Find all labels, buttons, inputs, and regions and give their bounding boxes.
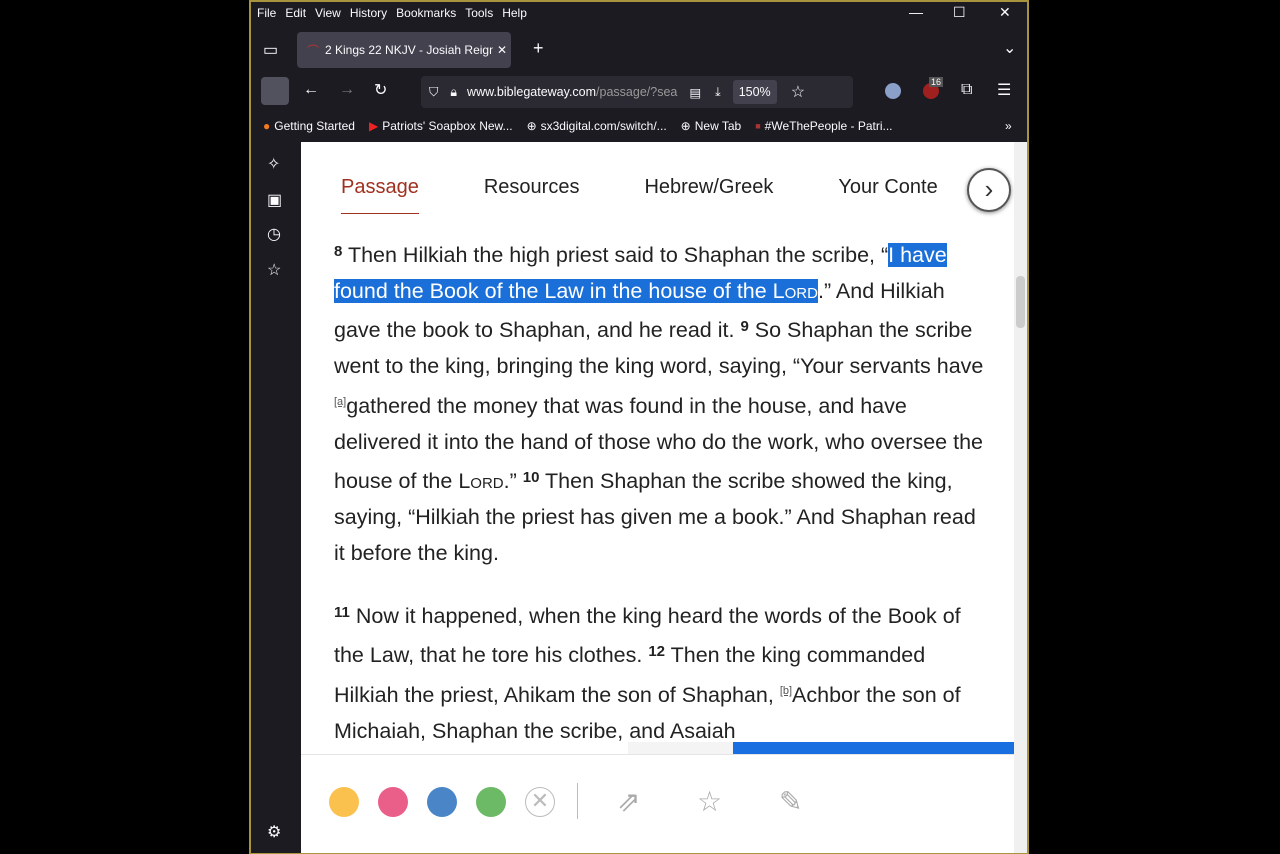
bookmark-wethepeople[interactable]: #WeThePeople - Patri... (765, 119, 893, 133)
highlight-yellow-button[interactable] (329, 787, 359, 817)
url-bar[interactable]: ⛉ 🔒︎ www.biblegateway.com /passage/?sea … (421, 76, 853, 108)
tab-manager-icon[interactable]: ▭ (263, 40, 278, 60)
scrollbar[interactable] (1014, 142, 1027, 853)
save-pocket-icon[interactable]: ⤓ (715, 85, 721, 100)
close-tab-icon[interactable]: ✕ (497, 43, 507, 57)
back-icon[interactable]: ← (303, 81, 319, 99)
bookmark-sx3digital[interactable]: sx3digital.com/switch/... (541, 119, 667, 133)
sidebar: ✧ ▣ ◷ ☆ ⚙ (251, 142, 301, 853)
bookmarks-bar: ● Getting Started ▶ Patriots' Soapbox New.… (251, 112, 1027, 140)
bookmark-patriots-soapbox[interactable]: Patriots' Soapbox New... (382, 119, 512, 133)
highlight-pink-button[interactable] (378, 787, 408, 817)
verse-number: 9 (740, 318, 749, 335)
verse-number: 8 (334, 243, 343, 260)
verse-number: 11 (334, 604, 350, 621)
shield-icon: ⛉ (429, 84, 439, 99)
tab-active[interactable]: ⌒ 2 Kings 22 NKJV - Josiah Reigns ✕ (297, 32, 511, 68)
page-tabs: Passage Resources Hebrew/Greek Your Cont… (341, 176, 1003, 214)
verse-number: 12 (648, 643, 666, 660)
menu-history[interactable]: History (350, 6, 387, 20)
youtube-icon: ▶ (368, 119, 379, 133)
extensions-icon[interactable]: ⧉ (961, 81, 972, 99)
bookmarks-star-icon[interactable]: ☆ (267, 260, 281, 280)
menu-bookmarks[interactable]: Bookmarks (396, 6, 456, 20)
synced-tabs-icon[interactable]: ▣ (267, 190, 282, 210)
sidebar-toggle-button[interactable] (261, 77, 289, 105)
bookmark-new-tab[interactable]: New Tab (695, 119, 741, 133)
browser-window: File Edit View History Bookmarks Tools H… (249, 0, 1029, 854)
minimize-button[interactable]: — (909, 4, 923, 20)
history-icon[interactable]: ◷ (267, 224, 281, 244)
highlight-toolbar: ✕ ⇗ ☆ ✎ (301, 754, 1014, 853)
favicon-icon: ⌒ (307, 43, 320, 58)
footnote-link[interactable]: [a] (334, 396, 346, 408)
lock-icon: 🔒︎ (450, 84, 458, 99)
share-icon[interactable]: ⇗ (617, 785, 640, 818)
reader-view-icon[interactable]: ▤ (689, 85, 701, 100)
globe-icon: ⊕ (680, 119, 691, 133)
more-bookmarks-icon[interactable]: » (1005, 119, 1012, 133)
maximize-button[interactable]: ☐ (953, 4, 966, 21)
tab-passage[interactable]: Passage (341, 176, 419, 214)
forward-icon[interactable]: → (339, 81, 355, 99)
verse-text: Then Hilkiah the high priest said to Sha… (347, 243, 889, 267)
passage-text: 8 Then Hilkiah the high priest said to S… (334, 243, 984, 743)
menu-view[interactable]: View (315, 6, 341, 20)
close-window-button[interactable]: ✕ (999, 4, 1011, 21)
scroll-tabs-right-button[interactable]: › (967, 168, 1011, 212)
highlight-green-button[interactable] (476, 787, 506, 817)
extension-badge: 16 (929, 77, 944, 87)
psb-icon: ■ (755, 121, 761, 131)
tab-hebrew-greek[interactable]: Hebrew/Greek (644, 176, 773, 214)
divider (577, 783, 578, 819)
menu-file[interactable]: File (257, 6, 276, 20)
favorite-star-icon[interactable]: ☆ (697, 785, 722, 818)
highlight-blue-button[interactable] (427, 787, 457, 817)
menu-edit[interactable]: Edit (285, 6, 306, 20)
menu-tools[interactable]: Tools (465, 6, 493, 20)
tab-resources[interactable]: Resources (484, 176, 580, 214)
clear-highlight-icon[interactable]: ✕ (525, 787, 555, 817)
menu-help[interactable]: Help (502, 6, 527, 20)
new-tab-button[interactable]: + (533, 38, 544, 59)
tab-your-content[interactable]: Your Conte (838, 176, 937, 214)
url-path: /passage/?sea (596, 85, 678, 99)
page-content: Passage Resources Hebrew/Greek Your Cont… (301, 142, 1014, 853)
firefox-icon: ● (263, 119, 271, 133)
scrollbar-thumb[interactable] (1016, 276, 1025, 328)
tab-title: 2 Kings 22 NKJV - Josiah Reigns (325, 43, 493, 57)
bookmark-getting-started[interactable]: Getting Started (274, 119, 355, 133)
ai-sparkle-icon[interactable]: ✧ (267, 154, 280, 174)
url-host: www.biblegateway.com (467, 85, 597, 99)
footnote-link[interactable]: [b] (780, 685, 792, 697)
globe-icon: ⊕ (526, 119, 537, 133)
extension-icon[interactable] (885, 83, 901, 99)
list-tabs-icon[interactable]: ⌄ (1003, 38, 1016, 58)
menu-icon[interactable]: ☰ (997, 80, 1011, 100)
verse-number: 10 (522, 469, 540, 486)
edit-note-icon[interactable]: ✎ (779, 785, 802, 818)
settings-gear-icon[interactable]: ⚙ (267, 822, 281, 842)
bookmark-star-icon[interactable]: ☆ (791, 82, 805, 102)
reload-icon[interactable]: ↻ (374, 80, 387, 100)
zoom-level[interactable]: 150% (732, 80, 777, 104)
